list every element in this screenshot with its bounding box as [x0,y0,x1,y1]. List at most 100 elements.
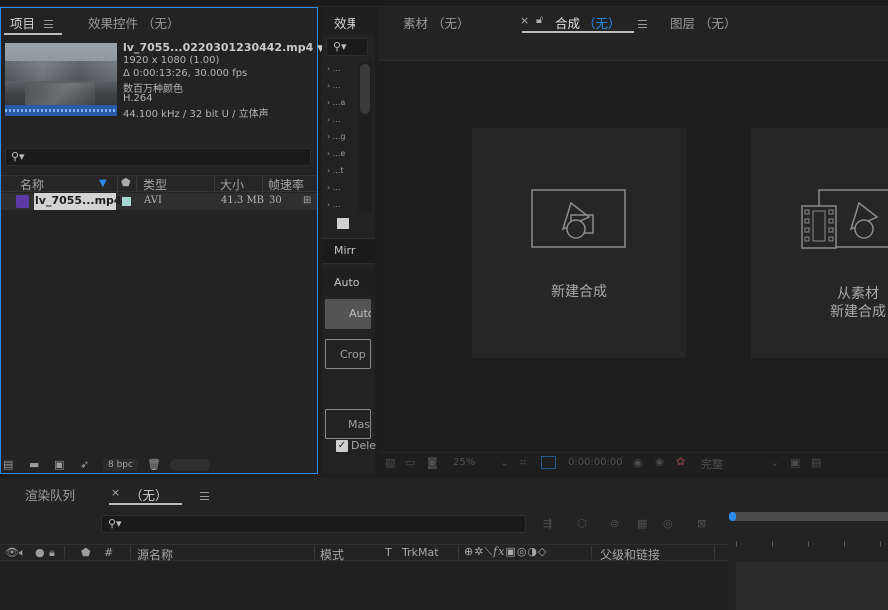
label-tag-icon[interactable]: ⬟ [121,176,131,189]
effects-list-item[interactable]: › ... [327,200,340,209]
mask-button-label: Masl [348,418,371,431]
tab-render-queue[interactable]: 渲染队列 [25,485,75,504]
bpc-button[interactable]: 8 bpc [103,459,138,471]
fit-icon[interactable]: ⌗ [520,456,526,470]
new-comp-icon[interactable]: ▣ [54,458,64,471]
delete-checkbox[interactable]: ✓ [336,440,348,452]
file-duration: Δ 0:00:13:26, 30.000 fps [123,68,248,79]
comp-flowchart-icon[interactable]: ⇶ [543,517,552,530]
grid-icon[interactable]: ▤ [811,456,821,469]
tab-composition[interactable]: 合成 [555,13,580,32]
col-size[interactable]: 大小 [220,176,244,193]
vr-goggles-icon[interactable]: ◙ [427,456,438,469]
effects-list-item[interactable]: › ... [327,64,340,73]
timeline-layer-area [0,562,728,610]
effects-list-item[interactable]: › ... [327,183,340,192]
composition-menu-icon[interactable] [637,20,647,28]
col-trkmat[interactable]: TrkMat [402,546,439,559]
switches-icons[interactable]: ⊕✲⟍fx▣◎◑◇ [464,545,547,559]
lock-icon[interactable]: 🔓︎ [536,13,543,27]
effects-list-item-label: ...g [332,132,346,141]
effects-list-item[interactable]: › ...g [327,132,345,141]
col-parent-link[interactable]: 父级和链接 [600,546,660,563]
effects-list-item[interactable]: › ... [327,81,340,90]
zoom-select[interactable]: 25% [453,457,475,468]
audio-icon[interactable]: 🔈︎ [19,546,26,560]
file-name-text: lv_7055...0220301230442.mp4 [123,41,314,54]
project-scrollbar[interactable] [170,459,210,471]
quality-select[interactable]: 完整 [701,456,723,472]
mask-button[interactable]: Masl [325,409,371,439]
file-name[interactable]: lv_7055...0220301230442.mp4 ▼ [123,41,324,54]
effects-scrollbar[interactable] [358,62,372,212]
time-ruler[interactable] [732,532,888,552]
col-type[interactable]: 类型 [143,176,167,193]
crop-button-label: Crop D [340,348,370,361]
tab-layer[interactable]: 图层 （无） [670,13,736,32]
tab-effect-controls[interactable]: 效果控件 （无） [88,13,179,32]
effects-list-item[interactable]: › ...t [327,166,344,175]
eye-icon[interactable]: 👁︎ [5,546,19,559]
footage-thumbnail [5,43,117,116]
project-menu-icon[interactable] [44,20,53,28]
col-fps[interactable]: 帧速率 [268,176,304,193]
tab-composition-underline [522,31,634,33]
top-strip [0,0,888,7]
flowchart-icon[interactable]: ⊞ [303,195,311,206]
trash-icon[interactable]: 🗑 [147,458,161,471]
tab-project[interactable]: 项目 [10,13,35,32]
from-footage-label-2: 新建合成 [830,304,886,320]
snapshot-icon[interactable]: ❀ [655,456,664,469]
adjust-icon[interactable]: ➶ [80,458,89,471]
label-tag-icon[interactable]: ⬟ [81,546,91,559]
toggle-transparency-icon[interactable]: ▣ [790,456,800,469]
time-navigator[interactable] [732,512,888,521]
effects-list-item-label: ...t [332,166,344,175]
col-source-name[interactable]: 源名称 [137,546,173,563]
tab-project-underline [4,33,62,35]
tab-effects-presets[interactable]: 效果 [334,13,355,32]
col-mode[interactable]: 模式 [320,546,344,563]
effects-list-item[interactable]: › ...e [327,149,345,158]
new-comp-from-footage-card[interactable]: 从素材 新建合成 [751,128,888,358]
table-row[interactable]: lv_7055...mp4 AVI 41.3 MB 30 ⊞ [1,193,317,210]
crop-button[interactable]: Crop D [325,339,371,369]
graph-editor-icon[interactable]: ⊠ [697,517,706,530]
interpret-footage-icon[interactable]: ▤ [3,458,13,471]
tab-timeline-comp[interactable]: （无） [130,485,168,504]
timecode[interactable]: 0:00:00:00 [568,457,623,468]
auto-button[interactable]: Auto [325,299,371,329]
tab-timeline-underline [109,503,182,505]
sort-desc-icon[interactable]: ▼ [99,178,107,189]
region-of-interest-icon[interactable] [541,456,556,469]
solo-icon[interactable]: ● [35,546,45,559]
search-icon: ⚲▾ [11,150,25,163]
close-icon[interactable]: × [111,486,120,499]
effects-list-item[interactable]: › ...a [327,98,345,107]
tab-footage[interactable]: 素材 （无） [403,13,469,32]
effects-list-item-label: ... [332,200,341,209]
new-composition-card[interactable]: 新建合成 [472,128,686,358]
project-search-input[interactable] [5,148,311,166]
new-folder-icon[interactable]: ▬ [29,458,39,471]
always-preview-icon[interactable]: ▨ [385,456,395,469]
close-icon[interactable]: × [520,14,529,27]
lock-icon[interactable]: 🔒︎ [49,546,55,560]
col-name[interactable]: 名称 [20,176,44,193]
camera-icon[interactable]: ◉ [633,456,643,469]
color-channels-icon[interactable]: ✿ [676,455,685,468]
monitor-icon[interactable]: ▭ [405,456,415,469]
effects-list-item-label: ... [332,81,341,90]
chevron-down-icon[interactable]: ⌄ [770,456,779,469]
timeline-menu-icon[interactable] [199,492,209,500]
shy-layers-icon[interactable]: ⊜ [610,517,619,530]
draft-3d-icon[interactable]: ⬡ [577,517,587,530]
chevron-down-icon[interactable]: ⌄ [500,456,509,469]
timeline-search-input[interactable] [101,515,526,533]
effects-list-item[interactable]: › ... [327,115,340,124]
motion-blur-icon[interactable]: ◎ [663,517,673,530]
time-navigator-start-handle[interactable] [729,512,736,521]
new-bin-icon[interactable] [337,218,349,229]
frame-blending-icon[interactable]: ▦ [637,517,647,530]
effects-list-item-label: ... [332,64,341,73]
